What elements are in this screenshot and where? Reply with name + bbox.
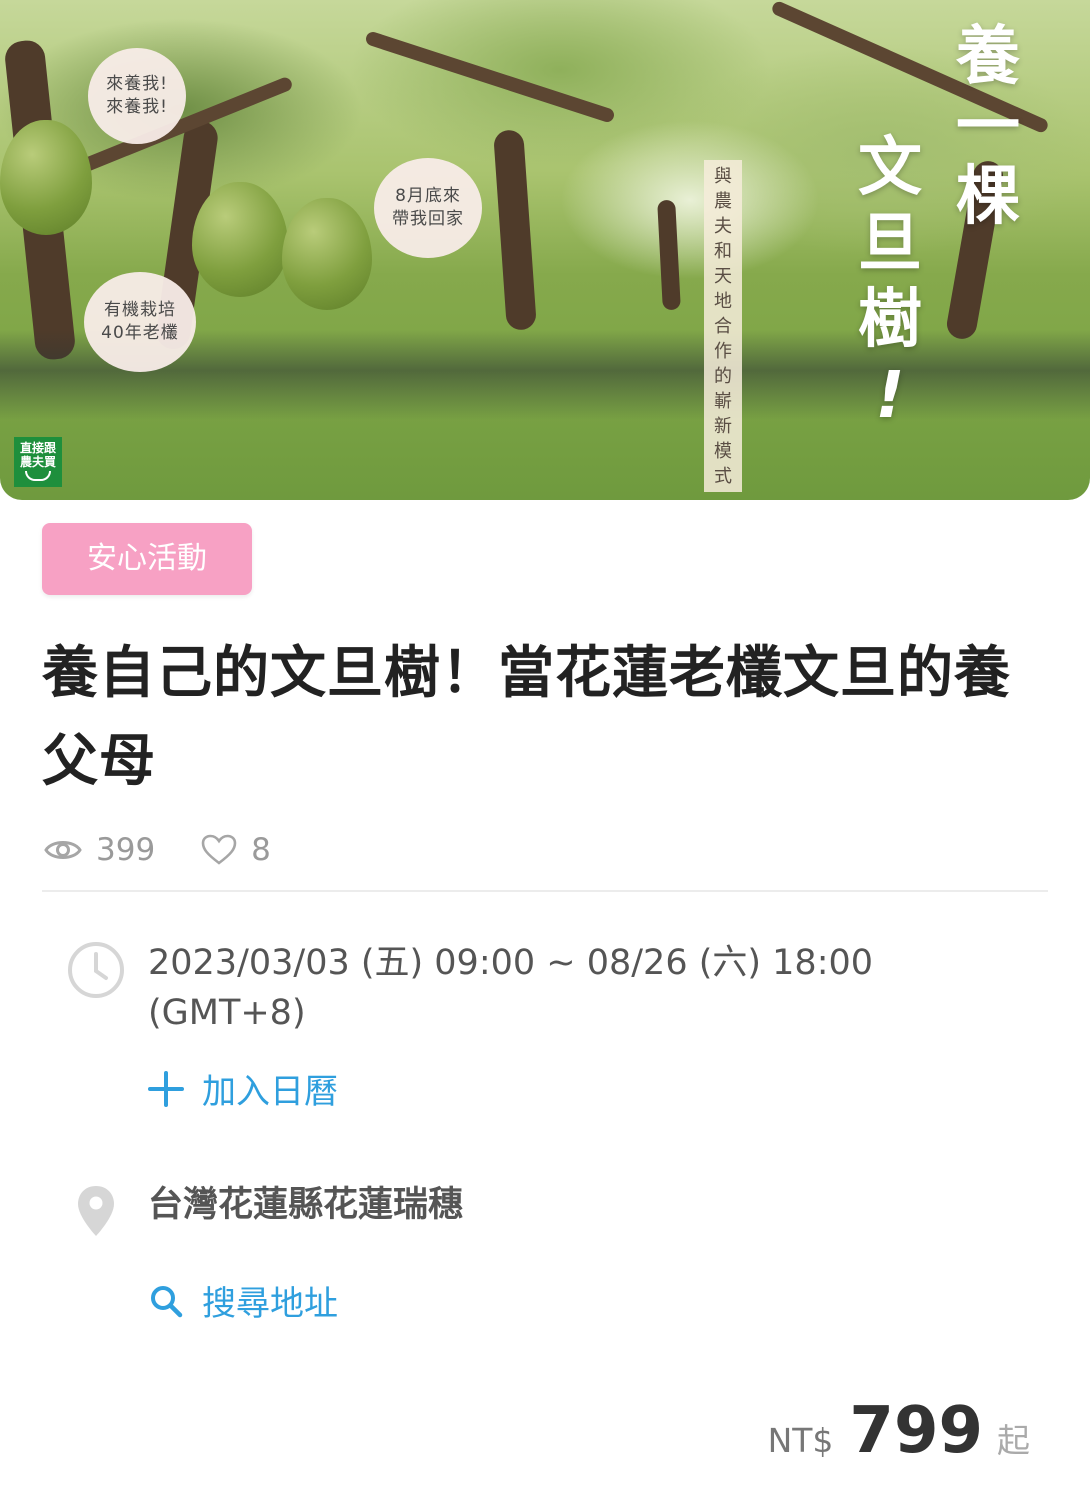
add-to-calendar-button[interactable]: 加入日曆: [148, 1064, 338, 1113]
headline-column-1: 養一棵: [956, 20, 1020, 234]
search-address-label: 搜尋地址: [202, 1284, 338, 1324]
price-currency: NT$: [767, 1421, 834, 1460]
clock-icon: [68, 942, 124, 998]
tree-trunk: [493, 129, 537, 331]
headline-exclamation: !: [875, 359, 905, 433]
event-category-badge[interactable]: 安心活動: [42, 523, 252, 595]
search-icon: [151, 1285, 183, 1317]
map-pin-icon: [78, 1186, 114, 1236]
event-datetime: 2023/03/03 (五) 09:00 ~ 08/26 (六) 18:00 (…: [148, 943, 874, 1033]
pomelo-fruit: [282, 198, 372, 310]
heart-icon[interactable]: [201, 834, 237, 866]
event-price: NT$ 799 起: [768, 1394, 1030, 1468]
section-divider: [42, 890, 1048, 892]
logo-smile: [25, 471, 51, 481]
hero-banner-image: 來養我! 來養我! 8月底來 帶我回家 有機栽培 40年老欉 直接跟 農夫買 與…: [0, 0, 1090, 500]
tree-branch: [364, 30, 616, 124]
event-title: 養自己的文旦樹！當花蓮老欉文旦的養父母: [42, 641, 1011, 794]
sky-glow: [560, 120, 820, 280]
eye-icon: [44, 841, 82, 859]
plus-icon: [148, 1070, 184, 1107]
speech-bubble-take-home: 8月底來 帶我回家: [374, 158, 482, 258]
headline-column-2: 文旦樹 !: [850, 130, 930, 434]
add-to-calendar-label: 加入日曆: [202, 1072, 338, 1112]
logo-text-bottom: 農夫買: [19, 455, 56, 469]
pomelo-fruit: [0, 120, 92, 235]
search-address-link[interactable]: 搜尋地址: [148, 1276, 338, 1325]
price-amount: 799: [849, 1394, 983, 1468]
speech-bubble-organic: 有機栽培 40年老欉: [84, 272, 196, 372]
like-count[interactable]: 8: [201, 832, 271, 868]
event-location: 台灣花蓮縣花蓮瑞穗: [148, 1185, 464, 1225]
event-stats: 399 8: [44, 828, 317, 872]
speech-bubble-adopt-me: 來養我! 來養我!: [88, 48, 186, 144]
logo-text-top: 直接跟: [19, 441, 56, 455]
farmer-direct-logo: 直接跟 農夫買: [14, 437, 62, 487]
pomelo-fruit: [192, 182, 288, 297]
vertical-tagline: 與農夫和天地合作的嶄新模式: [704, 160, 742, 492]
view-count-value: 399: [96, 832, 156, 868]
price-suffix: 起: [997, 1421, 1030, 1460]
like-count-value: 8: [251, 832, 271, 868]
view-count: 399: [44, 832, 155, 868]
